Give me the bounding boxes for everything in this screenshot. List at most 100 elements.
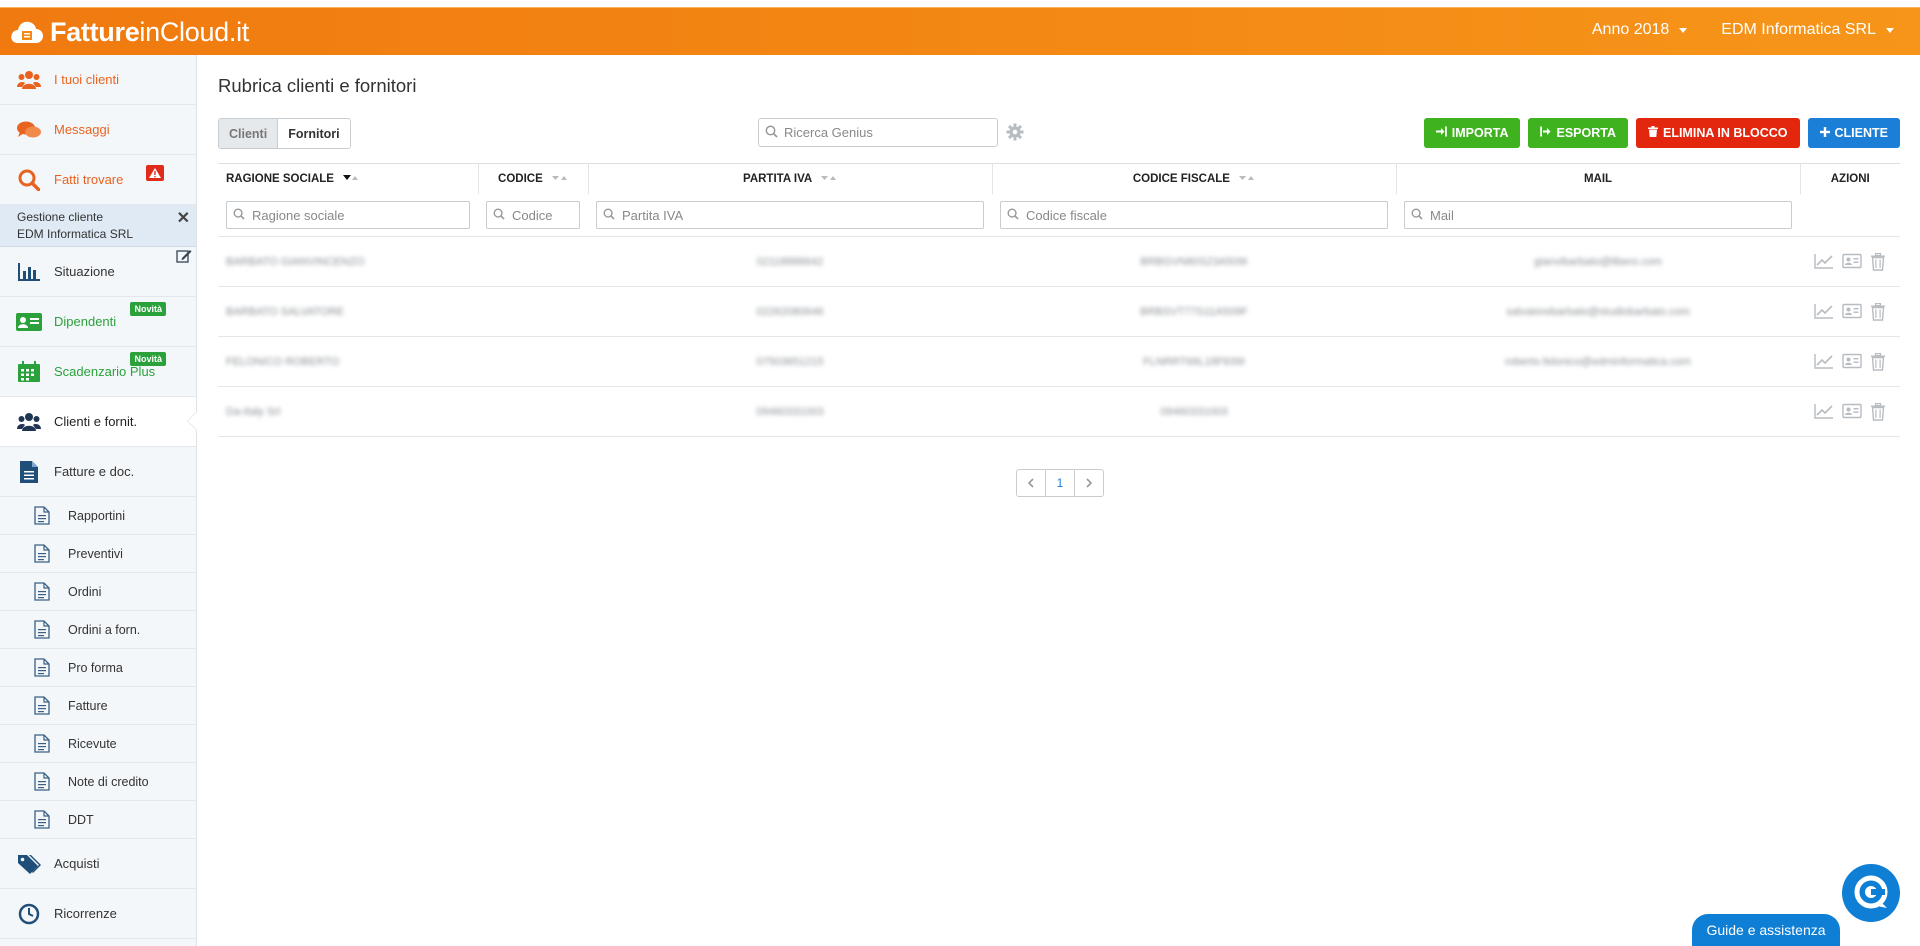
sidebar-subitem[interactable]: Pro forma: [0, 649, 196, 687]
sidebar-item-fatti-trovare[interactable]: Fatti trovare: [0, 155, 196, 205]
document-icon: [33, 544, 51, 564]
sidebar-item-situazione[interactable]: Situazione: [0, 247, 196, 297]
sidebar-item-scadenzario[interactable]: Scadenzario Plus Novità: [0, 347, 196, 397]
table-row[interactable]: BARBATO SALVATORE 02262080646 BRBSVT77S11A…: [218, 286, 1900, 337]
chat-support-button[interactable]: [1842, 864, 1900, 922]
sidebar-subitem[interactable]: Ordini: [0, 573, 196, 611]
new-badge: Novità: [130, 302, 166, 316]
filter-mail-input[interactable]: [1428, 206, 1755, 224]
search-icon: [493, 208, 505, 223]
genius-search-input[interactable]: [782, 124, 986, 141]
delete-bulk-button-label: ELIMINA IN BLOCCO: [1662, 126, 1788, 140]
year-label: Anno 2018: [1591, 21, 1670, 38]
sidebar-subitem-label: Ordini: [68, 584, 102, 599]
sidebar-subitem[interactable]: Ricevute: [0, 725, 196, 763]
document-icon: [33, 734, 51, 754]
delete-bulk-button[interactable]: ELIMINA IN BLOCCO: [1635, 118, 1800, 148]
genius-search: [758, 118, 998, 147]
people-icon: [16, 68, 42, 92]
trash-icon[interactable]: [1870, 402, 1886, 421]
column-header-azioni: AZIONI: [1800, 163, 1900, 194]
trash-icon[interactable]: [1870, 302, 1886, 321]
sidebar-subitem[interactable]: Ordini a forn.: [0, 611, 196, 649]
add-client-button[interactable]: CLIENTE: [1807, 118, 1900, 148]
main-content: Rubrica clienti e fornitori Clienti Forn…: [218, 55, 1900, 946]
cell-mail: roberto.felonico@edminformatica.com: [1504, 355, 1692, 368]
search-icon: [1007, 208, 1019, 223]
column-header-ragione-sociale[interactable]: RAGIONE SOCIALE: [218, 163, 479, 194]
sidebar: I tuoi clienti Messaggi Fatti trovare Ge…: [0, 55, 197, 946]
year-dropdown[interactable]: Anno 2018: [1591, 21, 1688, 39]
prev-page-button[interactable]: [1017, 470, 1045, 496]
bar-chart-icon: [16, 260, 42, 284]
app-logo[interactable]: FattureinCloud.it: [10, 17, 249, 47]
trend-chart-icon[interactable]: [1814, 253, 1834, 271]
filter-ragione-sociale-input[interactable]: [250, 206, 455, 224]
sidebar-subitem[interactable]: Fatture: [0, 687, 196, 725]
filter-codice-input[interactable]: [510, 206, 579, 224]
tags-icon: [16, 852, 42, 876]
document-icon: [33, 696, 51, 716]
sidebar-subitem[interactable]: DDT: [0, 801, 196, 839]
trash-icon[interactable]: [1870, 352, 1886, 371]
cell-codice-fiscale: FLNRRT66L18F839I: [1143, 355, 1245, 368]
column-header-codice-fiscale[interactable]: CODICE FISCALE: [992, 163, 1397, 194]
cell-codice-fiscale: BRBSVT77S11A509F: [1140, 305, 1248, 318]
export-button[interactable]: ESPORTA: [1528, 118, 1628, 148]
chevron-down-icon: [1886, 27, 1894, 33]
column-header-partita-iva[interactable]: PARTITA IVA: [588, 163, 993, 194]
sidebar-item-fatture-doc[interactable]: Fatture e doc.: [0, 447, 196, 497]
sidebar-item-label: I tuoi clienti: [54, 72, 120, 87]
tab-clienti[interactable]: Clienti: [219, 119, 279, 148]
filter-partita-iva-input[interactable]: [620, 206, 947, 224]
sidebar-item-label: Clienti e fornit.: [54, 414, 138, 429]
sidebar-subitem-label: DDT: [68, 812, 94, 827]
sidebar-item-label: Fatture e doc.: [54, 464, 135, 479]
contact-card-icon[interactable]: [1842, 303, 1862, 321]
tab-fornitori[interactable]: Fornitori: [278, 119, 350, 148]
filter-ragione-sociale: [226, 201, 470, 229]
sidebar-subitem[interactable]: Preventivi: [0, 535, 196, 573]
sort-icon: [1239, 173, 1255, 185]
search-icon: [1411, 208, 1423, 223]
trend-chart-icon[interactable]: [1814, 403, 1834, 421]
sidebar-item-messaggi[interactable]: Messaggi: [0, 105, 196, 155]
filter-mail: [1404, 201, 1792, 229]
sidebar-item-ricorrenze[interactable]: Ricorrenze: [0, 889, 196, 939]
plus-icon: [1819, 126, 1830, 140]
trash-icon[interactable]: [1870, 252, 1886, 271]
trend-chart-icon[interactable]: [1814, 353, 1834, 371]
gear-icon[interactable]: [1006, 123, 1024, 144]
filter-row: [218, 194, 1900, 237]
help-guide-button[interactable]: Guide e assistenza: [1692, 914, 1840, 946]
contact-card-icon[interactable]: [1842, 403, 1862, 421]
document-icon: [33, 582, 51, 602]
filter-codice-fiscale-input[interactable]: [1024, 206, 1351, 224]
sidebar-item-acquisti[interactable]: Acquisti: [0, 839, 196, 889]
contact-card-icon[interactable]: [1842, 253, 1862, 271]
sidebar-item-dipendenti[interactable]: Dipendenti Novità: [0, 297, 196, 347]
contact-card-icon[interactable]: [1842, 353, 1862, 371]
search-icon: [233, 208, 245, 223]
company-dropdown[interactable]: EDM Informatica SRL: [1721, 21, 1894, 39]
sidebar-item-clienti-fornitori[interactable]: Clienti e fornit.: [0, 397, 197, 447]
trend-chart-icon[interactable]: [1814, 303, 1834, 321]
table-row[interactable]: Da-Italy Srl 09460331003 09460331003: [218, 386, 1900, 437]
id-card-icon: [16, 310, 42, 334]
sidebar-subitem[interactable]: Note di credito: [0, 763, 196, 801]
table-row[interactable]: BARBATO GIANVINCENZO 02118888642 BRBGVN80S…: [218, 236, 1900, 287]
sidebar-subitem-label: Preventivi: [68, 546, 123, 561]
import-button[interactable]: IMPORTA: [1423, 118, 1521, 148]
page-number-button[interactable]: 1: [1045, 470, 1075, 496]
people-icon: [16, 410, 42, 434]
document-icon: [33, 506, 51, 526]
chat-logo-icon: [1851, 872, 1891, 915]
table-row[interactable]: FELONICO ROBERTO 07503651215 FLNRRT66L18F8…: [218, 336, 1900, 387]
column-header-codice[interactable]: CODICE: [478, 163, 589, 194]
next-page-button[interactable]: [1075, 470, 1103, 496]
sidebar-subitem[interactable]: Rapportini: [0, 497, 196, 535]
sort-icon: [820, 173, 837, 185]
close-icon[interactable]: ✕: [177, 208, 190, 228]
sidebar-item-label: Messaggi: [54, 122, 110, 137]
sidebar-item-tuoi-clienti[interactable]: I tuoi clienti: [0, 55, 196, 105]
